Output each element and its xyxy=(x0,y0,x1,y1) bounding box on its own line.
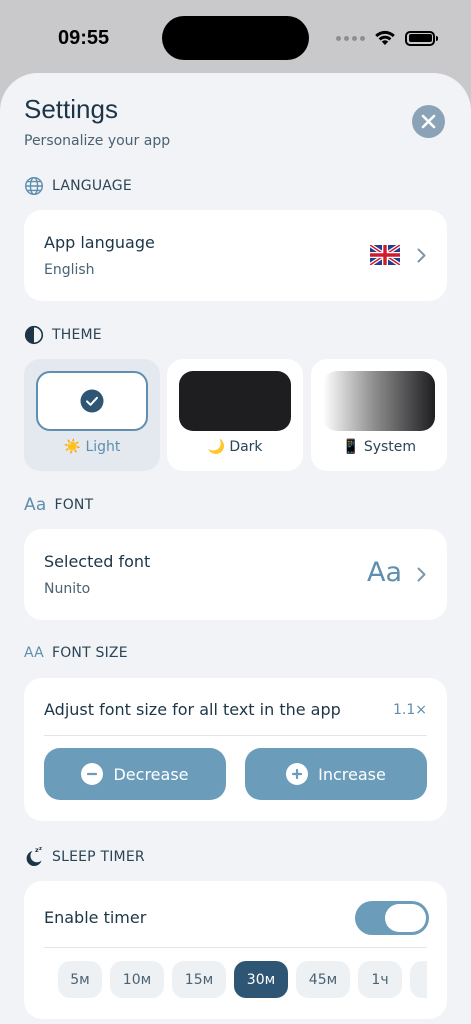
status-bar: 09:55 xyxy=(0,0,471,74)
selected-font-value: Nunito xyxy=(44,581,91,597)
system-swatch xyxy=(323,371,435,431)
checkmark-icon xyxy=(80,389,104,413)
contrast-icon xyxy=(24,325,44,345)
sleep-timer-divider xyxy=(44,947,427,948)
section-theme-label: THEME xyxy=(52,327,102,343)
page-title: Settings xyxy=(24,94,118,124)
theme-option-dark-label: 🌙 Dark xyxy=(207,439,263,455)
status-icons xyxy=(336,28,438,48)
section-sleep-timer-header: z z SLEEP TIMER xyxy=(24,846,145,868)
increase-label: Increase xyxy=(318,764,386,784)
svg-text:z: z xyxy=(39,846,42,852)
decrease-label: Decrease xyxy=(113,764,189,784)
app-language-value: English xyxy=(44,262,95,278)
timer-chip-15m[interactable]: 15м xyxy=(172,961,226,998)
decrease-font-button[interactable]: Decrease xyxy=(44,748,226,800)
theme-option-dark[interactable]: 🌙 Dark xyxy=(167,359,303,471)
chevron-right-icon xyxy=(417,567,426,582)
app-language-title: App language xyxy=(44,233,155,252)
chevron-right-icon xyxy=(417,248,426,263)
section-theme-header: THEME xyxy=(24,325,102,345)
close-button[interactable] xyxy=(412,105,445,138)
font-size-card: Adjust font size for all text in the app… xyxy=(24,678,447,821)
timer-options: 5м 10м 15м 30м 45м 1ч 1 xyxy=(58,961,427,999)
font-icon: Aa xyxy=(24,495,47,515)
timer-chip-10m[interactable]: 10м xyxy=(110,961,164,998)
sleep-timer-card: Enable timer 5м 10м 15м 30м 45м 1ч 1 xyxy=(24,881,447,1019)
font-size-divider xyxy=(44,735,427,736)
font-size-icon: AA xyxy=(24,645,44,661)
theme-option-system-label: 📱 System xyxy=(341,439,417,455)
increase-font-button[interactable]: Increase xyxy=(245,748,427,800)
theme-option-light[interactable]: ☀️ Light xyxy=(24,359,160,471)
close-icon xyxy=(421,114,436,129)
timer-chip-more[interactable]: 1 xyxy=(410,961,427,998)
selected-font-row[interactable]: Selected font Nunito Aa xyxy=(24,529,447,620)
globe-icon xyxy=(24,176,44,196)
plus-icon xyxy=(286,763,309,785)
light-swatch xyxy=(36,371,148,431)
section-sleep-timer-label: SLEEP TIMER xyxy=(52,849,145,865)
app-language-row[interactable]: App language English xyxy=(24,210,447,301)
enable-timer-toggle[interactable] xyxy=(355,901,429,935)
timer-chip-1h[interactable]: 1ч xyxy=(358,961,402,998)
wifi-icon xyxy=(375,30,395,45)
toggle-knob xyxy=(385,904,426,932)
signal-icon xyxy=(336,35,365,41)
section-language-label: LANGUAGE xyxy=(52,178,132,194)
minus-icon xyxy=(81,763,104,785)
dark-swatch xyxy=(179,371,291,431)
status-time: 09:55 xyxy=(58,27,110,49)
font-size-value: 1.1× xyxy=(393,702,427,718)
font-preview: Aa xyxy=(367,557,403,588)
settings-sheet: Settings Personalize your app LANGUAGE A… xyxy=(0,73,471,1024)
timer-chip-45m[interactable]: 45м xyxy=(296,961,350,998)
section-font-header: Aa FONT xyxy=(24,495,93,515)
selected-font-title: Selected font xyxy=(44,552,151,571)
theme-option-light-label: ☀️ Light xyxy=(63,439,121,455)
section-font-label: FONT xyxy=(54,497,94,513)
timer-chip-5m[interactable]: 5м xyxy=(58,961,102,998)
page-subtitle: Personalize your app xyxy=(24,133,171,149)
section-font-size-label: FONT SIZE xyxy=(51,645,128,661)
font-size-description: Adjust font size for all text in the app xyxy=(44,700,341,719)
uk-flag-icon xyxy=(370,245,400,265)
battery-icon xyxy=(405,30,438,46)
theme-option-system[interactable]: 📱 System xyxy=(311,359,447,471)
enable-timer-label: Enable timer xyxy=(44,908,147,927)
dynamic-island xyxy=(162,16,309,60)
section-language-header: LANGUAGE xyxy=(24,176,132,196)
section-font-size-header: AA FONT SIZE xyxy=(24,645,128,661)
sleep-moon-icon: z z xyxy=(26,846,42,867)
timer-chip-30m[interactable]: 30м xyxy=(234,961,288,998)
